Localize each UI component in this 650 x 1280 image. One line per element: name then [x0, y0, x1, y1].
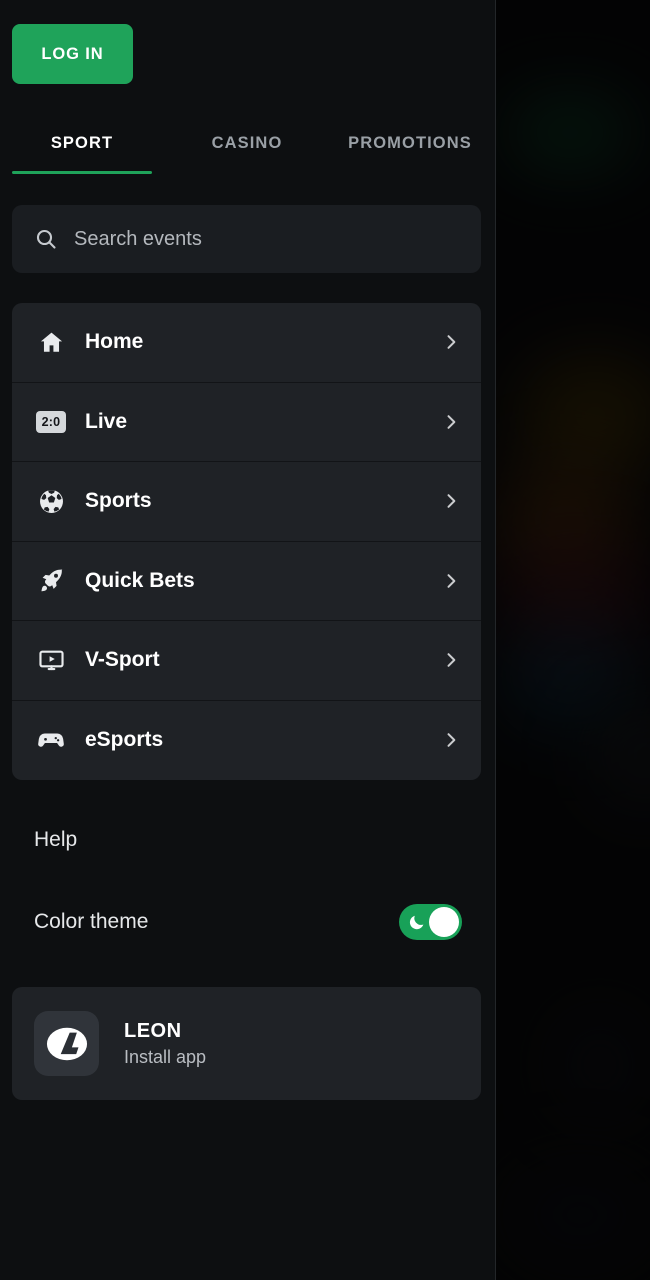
home-icon	[36, 327, 66, 357]
live-score-badge-text: 2:0	[36, 410, 66, 433]
menu-item-label: eSports	[85, 728, 164, 752]
install-app-label: Install app	[124, 1046, 207, 1067]
menu-item-label: Live	[85, 409, 128, 433]
search-input[interactable]: Search events	[12, 205, 481, 273]
chevron-right-icon	[447, 573, 456, 588]
menu-item-live[interactable]: 2:0 Live	[12, 383, 481, 462]
leon-logo-icon	[34, 1011, 99, 1076]
search-placeholder: Search events	[74, 227, 202, 250]
search-icon	[36, 229, 56, 249]
install-app-card[interactable]: LEON Install app	[12, 987, 481, 1100]
menu-item-esports[interactable]: eSports	[12, 701, 481, 781]
score-badge-icon: 2:0	[36, 407, 66, 437]
gamepad-icon	[36, 725, 66, 755]
help-link[interactable]: Help	[34, 828, 77, 852]
chevron-right-icon	[447, 494, 456, 509]
chevron-right-icon	[447, 335, 456, 350]
menu-item-quick-bets[interactable]: Quick Bets	[12, 542, 481, 621]
chevron-right-icon	[447, 414, 456, 429]
chevron-right-icon	[447, 733, 456, 748]
menu-item-home[interactable]: Home	[12, 303, 481, 383]
color-theme-row: Color theme	[34, 880, 462, 964]
chevron-right-icon	[447, 653, 456, 668]
navigation-drawer: LOG IN SPORT CASINO PROMOTIONS Search ev…	[0, 0, 496, 1280]
app-screen: LOG IN SPORT CASINO PROMOTIONS Search ev…	[0, 0, 650, 1280]
login-button[interactable]: LOG IN	[12, 24, 133, 84]
monitor-play-icon	[36, 645, 66, 675]
rocket-icon	[36, 566, 66, 596]
brand-name: LEON	[124, 1019, 182, 1042]
menu-item-sports[interactable]: Sports	[12, 462, 481, 542]
moon-icon	[409, 915, 424, 930]
color-theme-toggle[interactable]	[399, 904, 462, 940]
main-tabs: SPORT CASINO PROMOTIONS	[0, 112, 496, 174]
menu-item-label: Quick Bets	[85, 568, 195, 592]
menu-item-label: Sports	[85, 489, 152, 513]
menu-item-label: Home	[85, 330, 144, 354]
menu-item-label: V-Sport	[85, 648, 160, 672]
soccer-ball-icon	[36, 486, 66, 516]
active-tab-indicator	[12, 171, 152, 174]
tab-casino[interactable]: CASINO	[180, 112, 314, 174]
color-theme-label: Color theme	[34, 910, 149, 933]
menu-item-v-sport[interactable]: V-Sport	[12, 621, 481, 701]
install-app-text: LEON Install app	[124, 1020, 206, 1068]
tab-promotions[interactable]: PROMOTIONS	[330, 112, 490, 174]
tab-sport[interactable]: SPORT	[12, 112, 152, 174]
toggle-knob	[429, 907, 459, 937]
drawer-scrim-overlay[interactable]	[496, 0, 650, 1280]
drawer-menu: Home 2:0 Live Sports Quick Bets V-Sport …	[12, 303, 481, 780]
